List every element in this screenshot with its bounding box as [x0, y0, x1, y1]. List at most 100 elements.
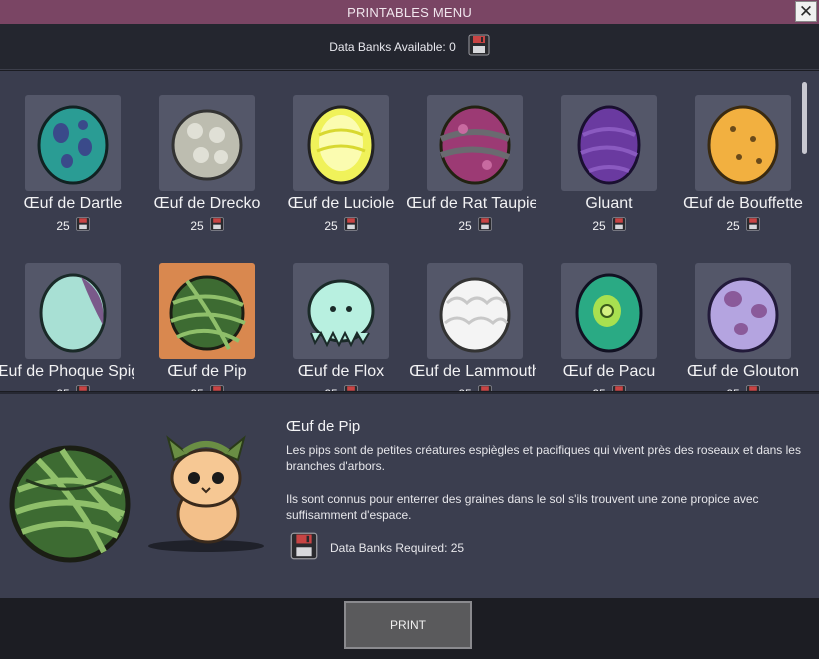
item-tile[interactable] — [293, 95, 389, 191]
item-name: Œuf de Pacu — [562, 363, 656, 380]
item-name: Œuf de Flox — [297, 363, 385, 380]
item-cost: 25 — [134, 385, 268, 391]
item-cost-value: 25 — [592, 387, 605, 392]
floppy-disk-icon — [745, 385, 760, 391]
floppy-disk-icon — [745, 217, 760, 231]
printable-item[interactable]: Œuf de Rat Taupier 25 — [402, 71, 536, 231]
green-fish-egg-icon — [575, 273, 643, 353]
item-cost: 25 — [536, 385, 670, 391]
floppy-disk-icon — [611, 385, 626, 391]
item-cost-value: 25 — [458, 387, 471, 392]
item-cost: 25 — [268, 217, 402, 231]
item-tile[interactable] — [427, 263, 523, 359]
print-button[interactable]: PRINT — [344, 601, 472, 649]
floppy-disk-icon — [209, 217, 224, 231]
item-tile[interactable] — [695, 263, 791, 359]
item-tile[interactable] — [25, 95, 121, 191]
purple-slime-egg-icon — [577, 105, 641, 185]
item-tile[interactable] — [293, 263, 389, 359]
data-banks-required-label: Data Banks Required: 25 — [330, 540, 465, 555]
item-cost: 25 — [670, 385, 804, 391]
printable-item[interactable]: Œuf de Glouton 25 — [670, 239, 804, 391]
item-cost-value: 25 — [190, 218, 204, 232]
item-cost: 25 — [268, 385, 402, 391]
item-name: Œuf de Lammouth — [409, 363, 536, 380]
printable-item[interactable]: Œuf de Drecko 25 — [134, 71, 268, 231]
item-cost-value: 25 — [56, 387, 69, 392]
item-name: Œuf de Phoque Spigot — [0, 363, 134, 380]
item-cost: 25 — [0, 385, 134, 391]
item-cost-value: 25 — [324, 387, 337, 392]
item-name: Œuf de Luciole — [287, 195, 395, 212]
leafy-green-egg-icon — [8, 440, 132, 569]
printable-item[interactable]: Œuf de Flox 25 — [268, 239, 402, 391]
floppy-disk-icon — [290, 532, 318, 563]
item-tile[interactable] — [159, 263, 255, 359]
floppy-disk-icon — [343, 217, 358, 231]
item-name: Œuf de Pip — [167, 363, 247, 380]
floppy-disk-icon — [611, 217, 626, 231]
pale-teal-egg-icon — [39, 273, 107, 353]
gray-fluffy-egg-icon — [171, 109, 243, 181]
item-cost-value: 25 — [324, 218, 338, 232]
printable-item[interactable]: Œuf de Bouffette 25 — [670, 71, 804, 231]
item-cost: 25 — [134, 217, 268, 231]
item-tile[interactable] — [561, 95, 657, 191]
item-cost-value: 25 — [190, 387, 203, 392]
item-tile[interactable] — [159, 95, 255, 191]
printable-item[interactable]: Œuf de Pacu 25 — [536, 239, 670, 391]
fuzzy-mint-egg-icon — [307, 279, 375, 348]
item-name: Œuf de Glouton — [686, 363, 800, 380]
detail-description-2: Ils sont connus pour enterrer des graine… — [286, 492, 759, 522]
window-title: PRINTABLES MENU — [347, 4, 472, 20]
printable-item[interactable]: Œuf de Luciole 25 — [268, 71, 402, 231]
white-woolly-egg-icon — [439, 277, 511, 353]
data-banks-available: Data Banks Available: 0 — [329, 34, 490, 59]
item-cost: 25 — [402, 217, 536, 231]
item-cost: 25 — [670, 217, 804, 231]
item-cost-value: 25 — [592, 218, 606, 232]
floppy-disk-icon — [468, 34, 490, 59]
floppy-disk-icon — [477, 217, 492, 231]
item-cost: 25 — [0, 217, 134, 231]
printable-item[interactable]: Œuf de Lammouth 25 — [402, 239, 536, 391]
detail-title: Œuf de Pip — [286, 418, 361, 435]
item-name: Œuf de Bouffette — [683, 195, 803, 212]
close-button[interactable]: ✕ — [795, 1, 817, 22]
item-tile[interactable] — [695, 95, 791, 191]
item-name: Gluant — [585, 195, 633, 212]
header: Data Banks Available: 0 — [0, 24, 819, 70]
printable-item[interactable]: Œuf de Phoque Spigot 25 — [0, 239, 134, 391]
printable-item[interactable]: Œuf de Dartle 25 — [0, 71, 134, 231]
detail-description-1: Les pips sont de petites créatures espiè… — [286, 443, 801, 473]
item-tile[interactable] — [427, 95, 523, 191]
data-banks-label: Data Banks Available: 0 — [329, 39, 456, 54]
item-cost-value: 25 — [726, 218, 740, 232]
printable-item[interactable]: Gluant 25 — [536, 71, 670, 231]
title-bar: PRINTABLES MENU ✕ — [0, 0, 819, 24]
leafy-green-egg-icon — [169, 275, 246, 351]
floppy-disk-icon — [75, 385, 90, 391]
teal-spotted-egg-icon — [37, 105, 109, 185]
floppy-disk-icon — [343, 385, 358, 391]
pip-creature-icon — [144, 430, 268, 559]
item-cost-value: 25 — [726, 387, 739, 392]
item-cost-value: 25 — [56, 218, 70, 232]
orange-puffy-egg-icon — [707, 105, 779, 185]
item-cost-value: 25 — [458, 218, 472, 232]
item-name: Œuf de Drecko — [153, 195, 261, 212]
glowing-yellow-egg-icon — [307, 105, 375, 185]
lavender-spotted-egg-icon — [707, 277, 779, 353]
item-name: Œuf de Dartle — [23, 195, 123, 212]
footer: PRINT — [0, 598, 819, 659]
pink-banded-egg-icon — [439, 105, 511, 185]
item-tile[interactable] — [561, 263, 657, 359]
floppy-disk-icon — [75, 217, 90, 231]
printable-item[interactable]: Œuf de Pip 25 — [134, 239, 268, 391]
item-tile[interactable] — [25, 263, 121, 359]
detail-panel: Œuf de Pip Les pips sont de petites créa… — [0, 392, 819, 598]
floppy-disk-icon — [209, 385, 224, 391]
item-name: Œuf de Rat Taupier — [406, 195, 536, 212]
floppy-disk-icon — [477, 385, 492, 391]
data-banks-required: Data Banks Required: 25 — [290, 532, 464, 563]
